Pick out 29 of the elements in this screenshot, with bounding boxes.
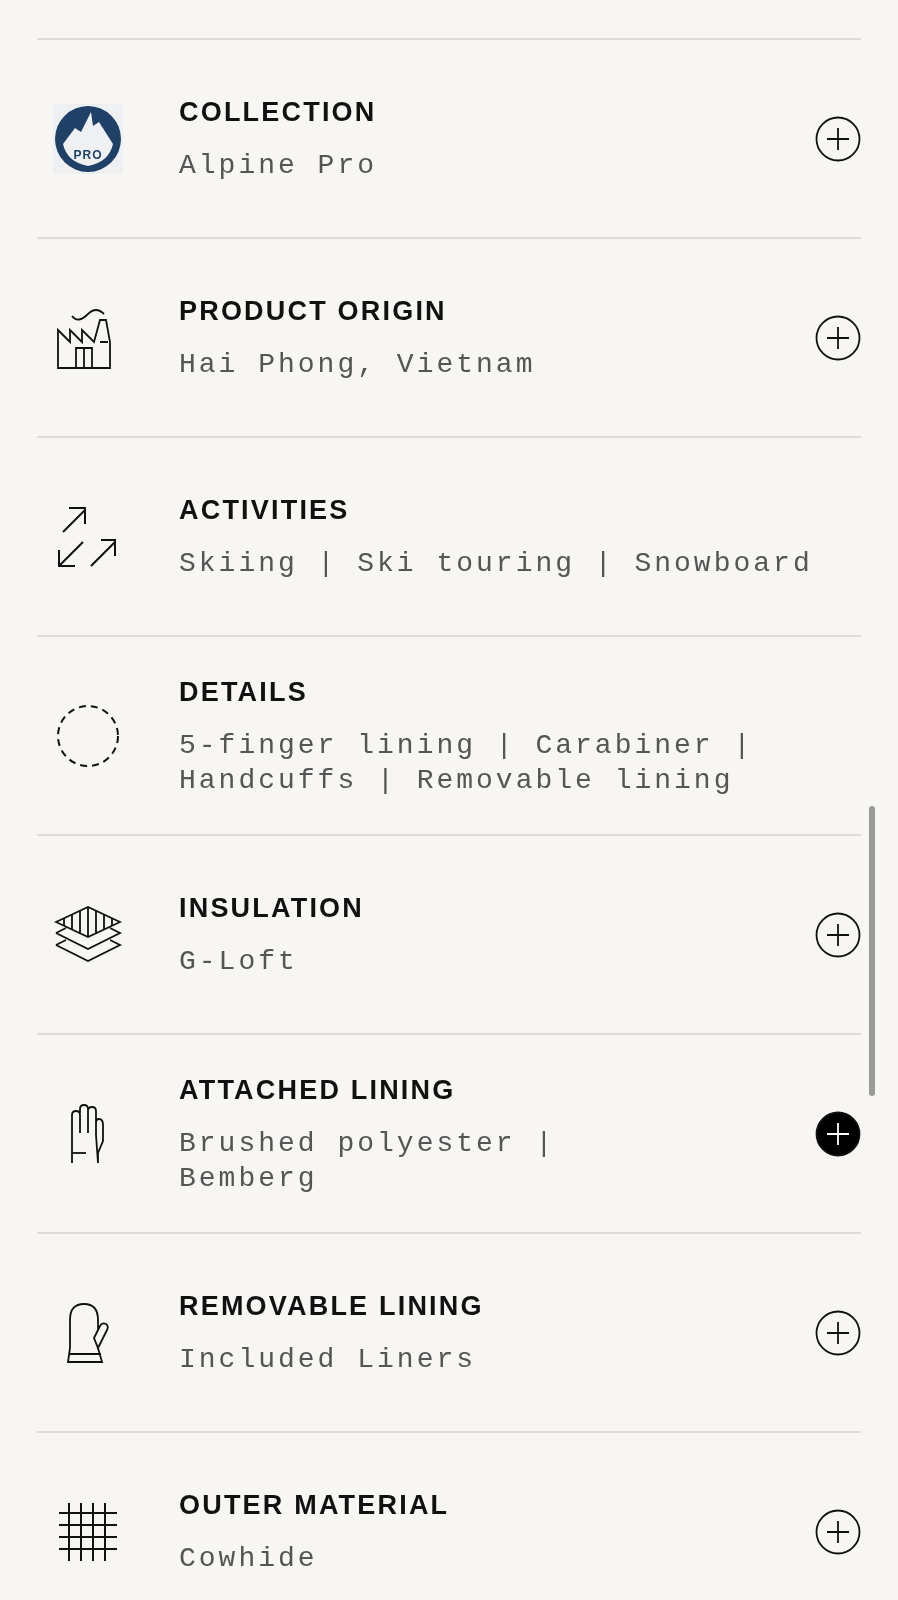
spec-value: Hai Phong, Vietnam	[179, 348, 537, 382]
expand-button[interactable]	[815, 314, 861, 361]
spec-title: INSULATION	[179, 892, 365, 925]
spec-title: REMOVABLE LINING	[179, 1290, 485, 1323]
spec-title: DETAILS	[179, 675, 309, 709]
spec-title: PRODUCT ORIGIN	[179, 295, 448, 328]
mitten-icon	[66, 1301, 110, 1364]
spec-title: ATTACHED LINING	[179, 1073, 457, 1107]
expand-button[interactable]	[815, 1508, 861, 1555]
spec-value: 5-finger lining | Carabiner | Handcuffs | Removable lining	[179, 728, 755, 798]
spec-title: ACTIVITIES	[179, 494, 351, 527]
expand-button[interactable]	[815, 1309, 861, 1356]
expand-button[interactable]	[815, 1110, 861, 1157]
spec-value: Cowhide	[179, 1542, 319, 1576]
spec-value: Skiing | Ski touring | Snowboard	[179, 547, 814, 581]
spec-value: G-Loft	[179, 945, 299, 979]
arrows-icon	[57, 505, 119, 568]
layers-icon	[54, 904, 122, 965]
grid-icon	[57, 1500, 119, 1563]
expand-button[interactable]	[815, 911, 861, 958]
scrollbar[interactable]	[869, 806, 875, 1096]
spec-title: OUTER MATERIAL	[179, 1489, 451, 1522]
spec-value: Alpine Pro	[179, 149, 379, 183]
spec-value: Included Liners	[179, 1343, 478, 1377]
spec-value: Brushed polyester | Bemberg	[179, 1126, 557, 1196]
spec-title: COLLECTION	[179, 96, 378, 129]
mountain-badge-icon: PRO	[53, 103, 123, 174]
dashed-circle-icon	[56, 703, 120, 768]
expand-button[interactable]	[815, 115, 861, 162]
